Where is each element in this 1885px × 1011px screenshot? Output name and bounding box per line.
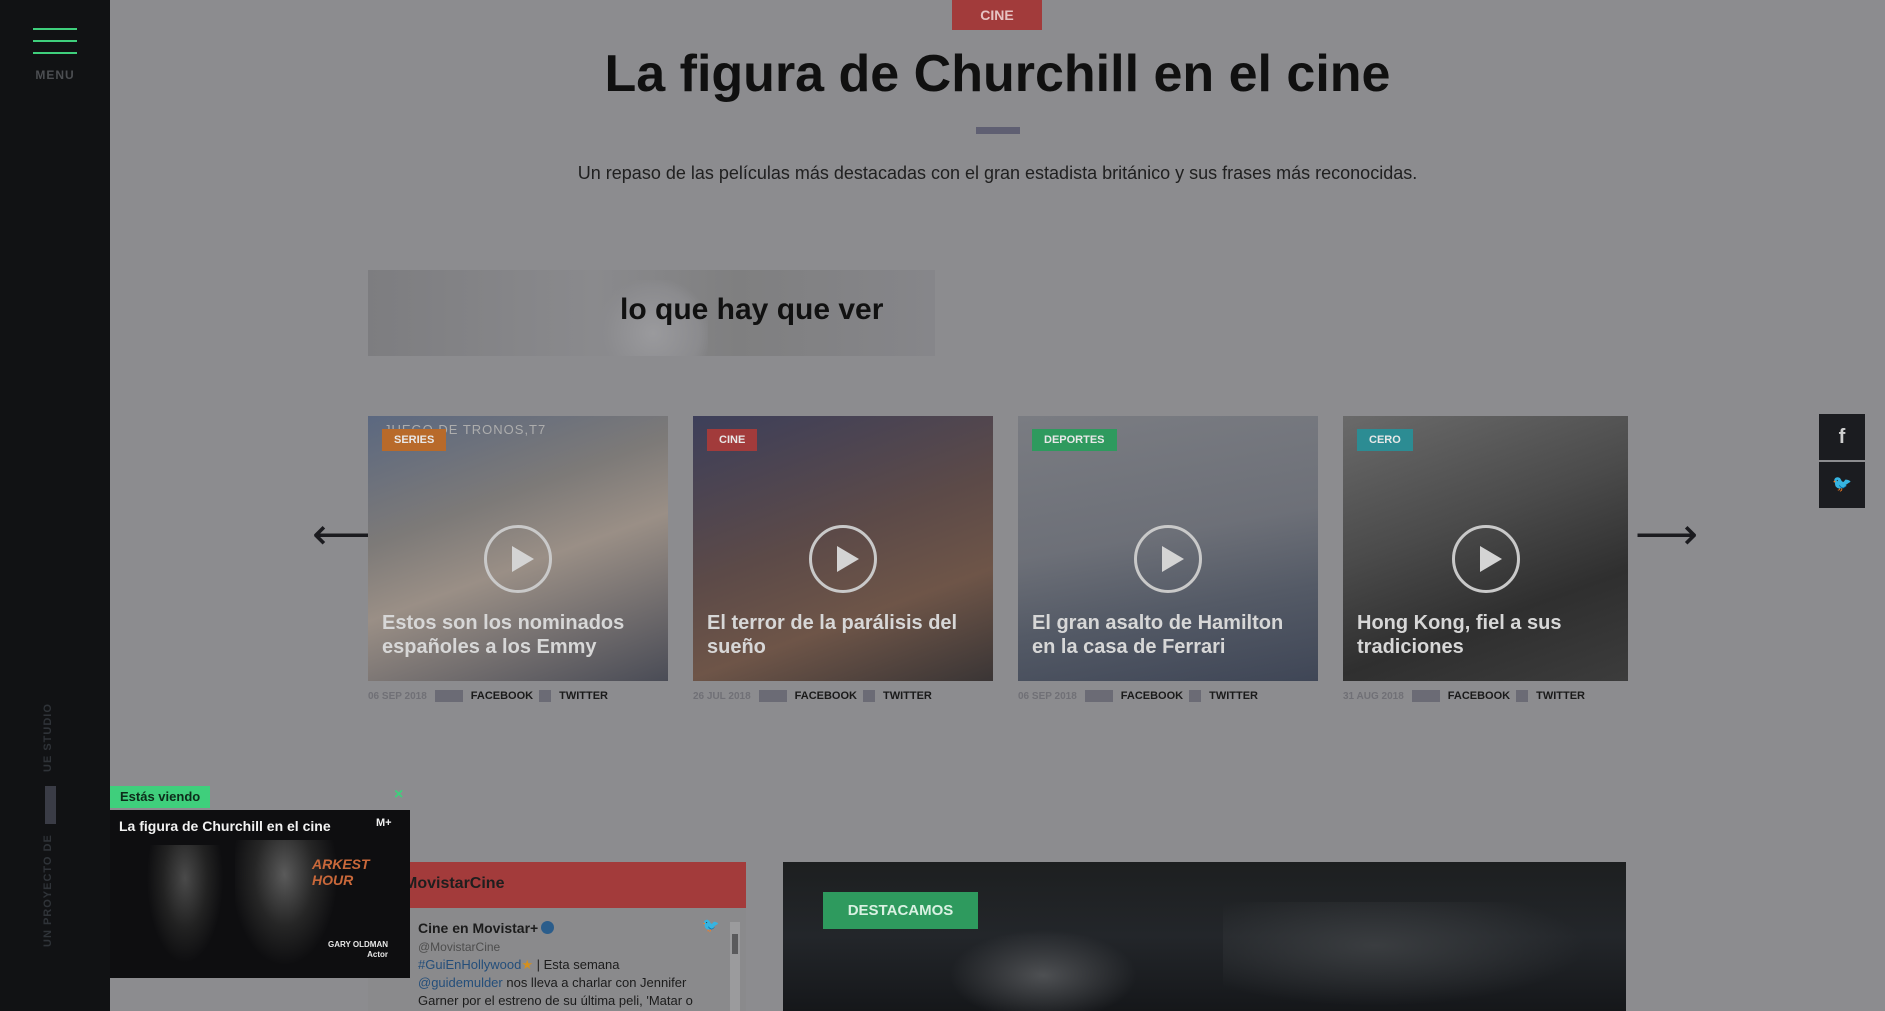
title-divider <box>976 127 1020 134</box>
twitter-share-button[interactable]: 🐦 <box>1819 462 1865 508</box>
sidebar: MENU UE STUDIO UN PROYECTO DE <box>0 0 110 1011</box>
card-facebook-link[interactable]: FACEBOOK <box>795 690 857 702</box>
tweet-account-name[interactable]: Cine en Movistar+ <box>418 920 538 936</box>
movistar-logo: M+ <box>376 817 392 829</box>
card-category-tag[interactable]: DEPORTES <box>1032 429 1117 451</box>
mini-player[interactable]: Estás viendo × La figura de Churchill en… <box>110 786 410 978</box>
close-icon[interactable]: × <box>394 786 403 804</box>
ue-studio-label[interactable]: UE STUDIO <box>42 703 54 772</box>
card-meta: 26 JUL 2018 FACEBOOK TWITTER <box>693 689 938 703</box>
twitter-widget-header: MovistarCine <box>368 862 746 908</box>
card-title[interactable]: Estos son los nominados españoles a los … <box>382 611 654 659</box>
banner-title: lo que hay que ver <box>620 293 884 326</box>
now-watching-label: Estás viendo <box>110 786 211 808</box>
video-card[interactable]: DEPORTES El gran asalto de Hamilton en la… <box>1018 416 1318 681</box>
carousel-prev-button[interactable]: ⟵ <box>312 513 375 557</box>
twitter-icon: 🐦 <box>1832 476 1852 493</box>
card-meta: 31 AUG 2018 FACEBOOK TWITTER <box>1343 689 1591 703</box>
tweet-mention[interactable]: @guidemulder <box>418 975 503 990</box>
tweet: Cine en Movistar+ @MovistarCine #GuiEnHo… <box>418 919 718 1010</box>
play-icon[interactable] <box>1451 524 1520 593</box>
tweet-handle[interactable]: @MovistarCine <box>418 938 718 956</box>
card-twitter-link[interactable]: TWITTER <box>1209 690 1258 702</box>
card-facebook-link[interactable]: FACEBOOK <box>1121 690 1183 702</box>
card-title[interactable]: Hong Kong, fiel a sus tradiciones <box>1357 611 1614 659</box>
mini-player-title: La figura de Churchill en el cine <box>119 818 331 834</box>
card-date: 26 JUL 2018 <box>693 690 751 702</box>
card-date: 31 AUG 2018 <box>1343 690 1404 702</box>
card-category-tag[interactable]: CERO <box>1357 429 1413 451</box>
meta-divider <box>862 690 875 702</box>
card-date: 06 SEP 2018 <box>368 690 427 702</box>
facebook-share-button[interactable]: f <box>1819 414 1865 460</box>
caption-role: Actor <box>367 950 388 959</box>
section-banner: lo que hay que ver <box>368 270 935 356</box>
meta-divider <box>1189 690 1202 702</box>
menu-label[interactable]: MENU <box>33 68 77 82</box>
star-icon: ★ <box>521 957 533 972</box>
project-label: UN PROYECTO DE <box>42 834 54 947</box>
card-facebook-link[interactable]: FACEBOOK <box>1448 690 1510 702</box>
meta-divider <box>1411 690 1440 702</box>
twitter-scrollbar[interactable] <box>730 922 740 1011</box>
card-category-tag[interactable]: SERIES <box>382 429 447 451</box>
card-category-tag[interactable]: CINE <box>707 429 758 451</box>
menu-icon[interactable] <box>33 28 77 58</box>
facebook-icon: f <box>1838 426 1846 448</box>
video-card[interactable]: CINE El terror de la parálisis del sueño <box>693 416 993 681</box>
verified-icon <box>541 921 555 934</box>
meta-divider <box>1084 690 1113 702</box>
card-date: 06 SEP 2018 <box>1018 690 1077 702</box>
mini-player-video[interactable]: La figura de Churchill en el cine M+ ARK… <box>110 810 410 978</box>
caption-name: GARY OLDMAN <box>328 940 388 949</box>
card-twitter-link[interactable]: TWITTER <box>883 690 932 702</box>
card-title[interactable]: El gran asalto de Hamilton en la casa de… <box>1032 611 1304 659</box>
play-icon[interactable] <box>1134 524 1202 593</box>
featured-badge: DESTACAMOS <box>823 892 978 929</box>
meta-divider <box>758 690 787 702</box>
category-tag[interactable]: CINE <box>952 0 1042 30</box>
twitter-widget-title[interactable]: MovistarCine <box>404 875 504 893</box>
poster-text: ARKEST HOUR <box>312 856 370 888</box>
card-meta: 06 SEP 2018 FACEBOOK TWITTER <box>1018 689 1264 703</box>
video-card[interactable]: CERO Hong Kong, fiel a sus tradiciones <box>1343 416 1628 681</box>
card-twitter-link[interactable]: TWITTER <box>1536 690 1585 702</box>
tweet-text-part: | Esta semana <box>533 957 620 972</box>
card-twitter-link[interactable]: TWITTER <box>559 690 608 702</box>
page-title: La figura de Churchill en el cine <box>604 45 1391 103</box>
play-icon[interactable] <box>809 524 877 593</box>
twitter-widget[interactable]: MovistarCine 🐦 Cine en Movistar+ @Movist… <box>368 862 746 1011</box>
play-icon[interactable] <box>484 524 552 593</box>
meta-divider <box>539 690 552 702</box>
featured-video[interactable]: DESTACAMOS <box>783 862 1626 1011</box>
tweet-text: #GuiEnHollywood★ | Esta semana @guidemuld… <box>418 956 718 1010</box>
meta-divider <box>1516 690 1529 702</box>
tweet-hashtag[interactable]: #GuiEnHollywood <box>418 957 521 972</box>
carousel-next-button[interactable]: ⟶ <box>1635 513 1698 557</box>
video-card[interactable]: JUEGO DE TRONOS,T7 SERIES Estos son los no… <box>368 416 668 681</box>
card-title[interactable]: El terror de la parálisis del sueño <box>707 611 979 659</box>
sidebar-divider <box>45 786 56 824</box>
video-caption: GARY OLDMAN Actor <box>320 940 388 960</box>
page-subtitle: Un repaso de las películas más destacada… <box>577 163 1418 183</box>
meta-divider <box>434 690 463 702</box>
card-facebook-link[interactable]: FACEBOOK <box>471 690 533 702</box>
card-meta: 06 SEP 2018 FACEBOOK TWITTER <box>368 689 614 703</box>
